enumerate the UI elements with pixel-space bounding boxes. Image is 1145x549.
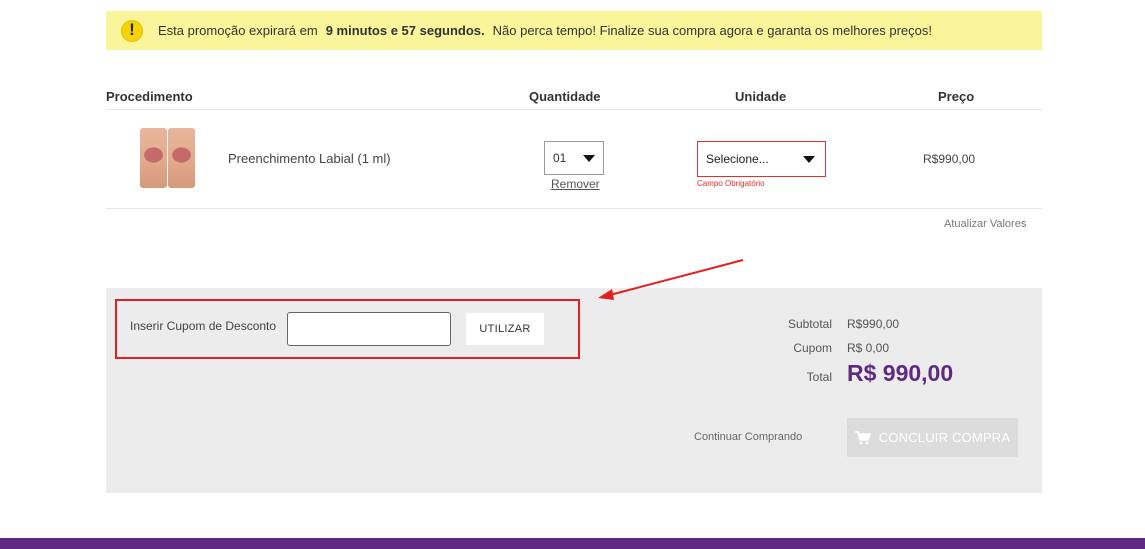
checkout-button[interactable]: CONCLUIR COMPRA bbox=[847, 418, 1018, 457]
thumbnail-before bbox=[140, 128, 167, 188]
apply-coupon-button[interactable]: UTILIZAR bbox=[466, 313, 544, 345]
promo-text-before: Esta promoção expirará em bbox=[158, 23, 318, 38]
unit-error-message: Campo Obrigatório bbox=[697, 179, 765, 188]
cart-icon bbox=[854, 430, 871, 444]
header-procedure: Procedimento bbox=[106, 89, 193, 104]
subtotal-label: Subtotal bbox=[787, 317, 832, 331]
continue-shopping-link[interactable]: Continuar Comprando bbox=[694, 431, 802, 443]
header-unit: Unidade bbox=[735, 89, 787, 104]
total-label: Total bbox=[806, 370, 832, 384]
exclamation-icon bbox=[121, 19, 143, 42]
coupon-discount-value: R$ 0,00 bbox=[847, 341, 890, 355]
footer-bar bbox=[0, 538, 1145, 549]
coupon-input[interactable] bbox=[287, 312, 451, 346]
promo-banner: Esta promoção expirará em 9 minutos e 57… bbox=[106, 11, 1042, 50]
caret-down-icon bbox=[583, 155, 595, 162]
row-price: R$990,00 bbox=[923, 152, 976, 166]
promo-countdown: 9 minutos e 57 segundos. bbox=[325, 23, 485, 38]
subtotal-value: R$990,00 bbox=[847, 317, 900, 331]
header-divider bbox=[106, 109, 1042, 110]
header-price: Preço bbox=[938, 89, 975, 104]
row-divider bbox=[106, 208, 1042, 209]
total-value: R$ 990,00 bbox=[847, 360, 954, 386]
product-thumbnail bbox=[140, 128, 195, 188]
thumbnail-after bbox=[168, 128, 195, 188]
coupon-label: Inserir Cupom de Desconto bbox=[130, 319, 277, 333]
update-values-link[interactable]: Atualizar Valores bbox=[944, 218, 1026, 230]
checkout-label: CONCLUIR COMPRA bbox=[878, 430, 1011, 445]
promo-text-after: Não perca tempo! Finalize sua compra ago… bbox=[492, 23, 932, 38]
product-name: Preenchimento Labial (1 ml) bbox=[228, 151, 391, 166]
remove-link[interactable]: Remover bbox=[551, 177, 600, 191]
unit-placeholder: Selecione... bbox=[706, 152, 769, 166]
annotation-arrow bbox=[598, 259, 744, 300]
quantity-value: 01 bbox=[553, 151, 567, 165]
caret-down-icon bbox=[803, 156, 815, 163]
quantity-select[interactable]: 01 bbox=[544, 141, 604, 175]
header-quantity: Quantidade bbox=[529, 89, 601, 104]
coupon-discount-label: Cupom bbox=[793, 341, 832, 355]
unit-select[interactable]: Selecione... bbox=[697, 141, 826, 177]
